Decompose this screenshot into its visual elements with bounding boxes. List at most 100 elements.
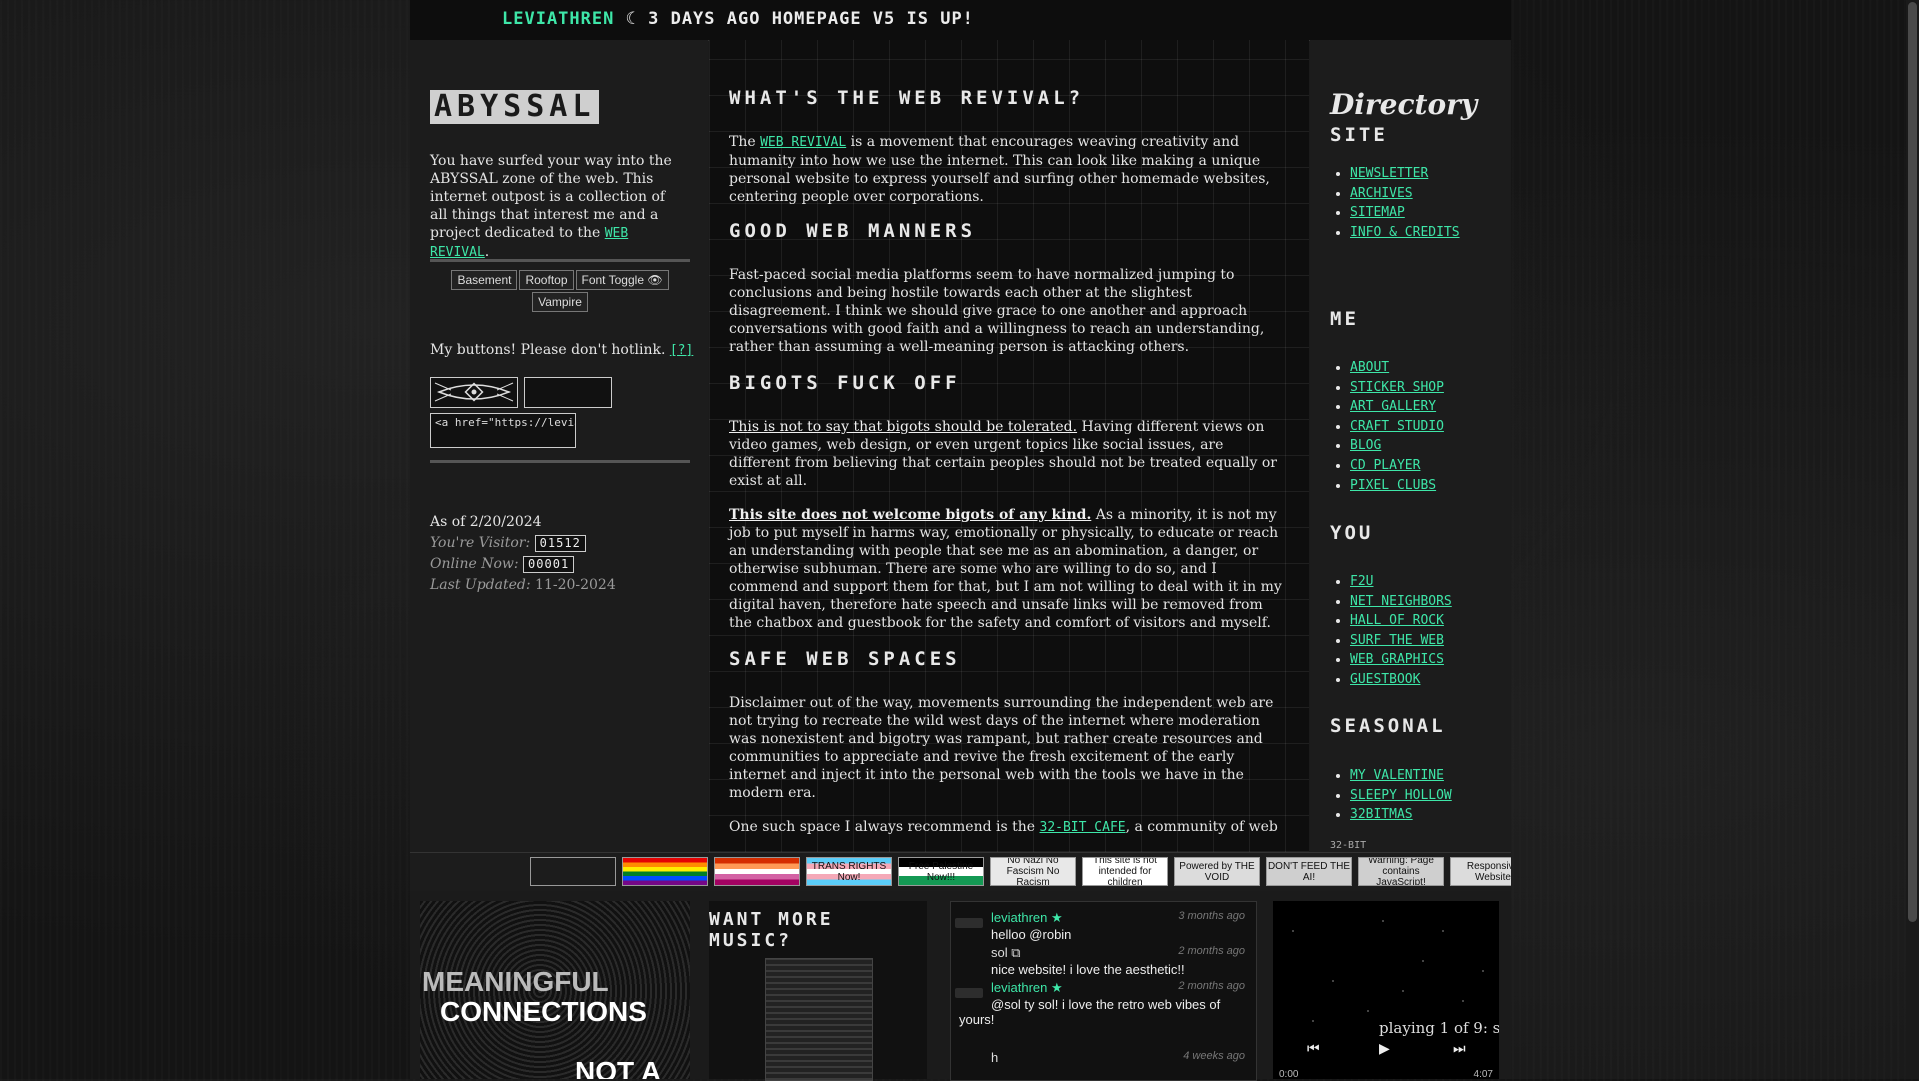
nav-link-cd-player[interactable]: CD PLAYER <box>1350 458 1420 473</box>
badge-88x31[interactable]: This site is not intended for children <box>1082 857 1168 886</box>
nav-link-guestbook[interactable]: GUESTBOOK <box>1350 672 1420 687</box>
badge-88x31[interactable]: Responsive Website <box>1450 857 1511 886</box>
nav-link-sitemap[interactable]: SITEMAP <box>1350 205 1405 220</box>
list-item: PIXEL CLUBS <box>1350 476 1444 496</box>
nav-link-hall-of-rock[interactable]: HALL OF ROCK <box>1350 613 1444 628</box>
badge-88x31[interactable] <box>530 857 616 886</box>
chatbox[interactable]: leviathren ★ 3 months ago helloo @robin … <box>950 901 1257 1081</box>
window-scrollbar[interactable] <box>1906 0 1919 1079</box>
32-bit-cafe-link[interactable]: 32-BIT CAFE <box>1040 820 1126 835</box>
page-container: LEVIATHREN ☾ 3 DAYS AGO HOMEPAGE V5 IS U… <box>410 0 1511 1081</box>
badge-88x31[interactable]: TRANS RIGHTS Now! <box>806 857 892 886</box>
theme-rooftop-button[interactable]: Rooftop <box>519 270 574 290</box>
nav-link-blog[interactable]: BLOG <box>1350 438 1381 453</box>
left-sidebar: ABYSSAL You have surfed your way into th… <box>410 40 708 852</box>
text: One such space I always recommend is the <box>729 819 1040 835</box>
nav-link-sleepy-hollow[interactable]: SLEEPY HOLLOW <box>1350 788 1452 803</box>
author-name: leviathren <box>991 980 1048 995</box>
list-item: ABOUT <box>1350 358 1444 378</box>
music-page-thumbnail[interactable] <box>765 958 873 1081</box>
music-title: Want more music? <box>709 909 834 951</box>
previous-track-icon[interactable]: ⏮ <box>1307 1041 1320 1057</box>
ad-banner[interactable]: MEANINGFUL CONNECTIONS NOT A <box>420 901 690 1079</box>
badge-88x31[interactable]: Warning: Page contains JavaScript! <box>1358 857 1444 886</box>
nav-link-pixel-clubs[interactable]: PIXEL CLUBS <box>1350 478 1436 493</box>
chat-author[interactable]: leviathren ★ <box>991 910 1063 926</box>
chat-author[interactable]: sol ⧉ <box>991 945 1021 961</box>
badge-label: Powered by THE VOID <box>1179 860 1255 883</box>
list-item: SITEMAP <box>1350 203 1460 223</box>
scrollbar-thumb[interactable] <box>1908 2 1917 922</box>
buttons-help-link[interactable]: [?] <box>670 343 693 358</box>
text: The <box>729 134 761 150</box>
nav-link-archives[interactable]: ARCHIVES <box>1350 186 1413 201</box>
badge-88x31[interactable]: Free Palestine Now!!! <box>898 857 984 886</box>
intro-paragraph: You have surfed your way into the ABYSSA… <box>430 152 676 262</box>
badge-88x31[interactable] <box>622 857 708 886</box>
site-button-alt-88x31[interactable] <box>524 377 612 408</box>
section-you-heading: YOU <box>1330 522 1374 544</box>
badge-88x31[interactable]: DON'T FEED THE AI! <box>1266 857 1352 886</box>
nav-link-craft-studio[interactable]: CRAFT STUDIO <box>1350 419 1444 434</box>
ad-line-2: CONNECTIONS <box>440 996 647 1027</box>
ad-line-3: NOT A <box>575 1056 662 1079</box>
nav-link-info-credits[interactable]: INFO & CREDITS <box>1350 225 1460 240</box>
intro-end: . <box>484 244 490 260</box>
next-track-icon[interactable]: ⏭ <box>1453 1041 1466 1057</box>
theme-basement-button[interactable]: Basement <box>451 270 518 290</box>
list-item: SURF THE WEB <box>1350 631 1452 651</box>
theme-vampire-button[interactable]: Vampire <box>532 292 588 312</box>
you-links-list: F2U NET NEIGHBORS HALL OF ROCK SURF THE … <box>1334 572 1452 690</box>
site-logo[interactable]: ABYSSAL <box>430 90 600 124</box>
badge-88x31[interactable] <box>714 857 800 886</box>
nav-link-32bitmas[interactable]: 32BITMAS <box>1350 807 1413 822</box>
embed-code-box[interactable]: <a href="https://leviathren.neocities <box>430 413 576 448</box>
nav-link-newsletter[interactable]: NEWSLETTER <box>1350 166 1428 181</box>
me-links-list: ABOUT STICKER SHOP ART GALLERY CRAFT STU… <box>1334 358 1444 495</box>
top-marquee-bar: LEVIATHREN ☾ 3 DAYS AGO HOMEPAGE V5 IS U… <box>410 0 1511 41</box>
list-item: HALL OF ROCK <box>1350 611 1452 631</box>
nav-link-art-gallery[interactable]: ART GALLERY <box>1350 399 1436 414</box>
moon-icon: ☾ <box>625 9 637 29</box>
font-toggle-button[interactable]: Font Toggle 👁 <box>575 270 669 290</box>
nav-link-sticker-shop[interactable]: STICKER SHOP <box>1350 380 1444 395</box>
directory-sidebar: Directory SITE NEWSLETTER ARCHIVES SITEM… <box>1310 40 1511 852</box>
nav-link-my-valentine[interactable]: MY VALENTINE <box>1350 768 1444 783</box>
ad-line-1: MEANINGFUL <box>422 966 609 997</box>
webring-peek[interactable]: 32-BIT <box>1330 840 1366 851</box>
chat-time: 2 months ago <box>1178 945 1245 957</box>
divider <box>430 259 690 262</box>
main-content[interactable]: What's the Web Revival? The WEB REVIVAL … <box>709 40 1309 852</box>
paragraph-bigots-1: This is not to say that bigots should be… <box>729 418 1289 490</box>
section-seasonal-heading: SEASONAL <box>1330 715 1446 737</box>
list-item: NET NEIGHBORS <box>1350 592 1452 612</box>
divider <box>430 460 690 463</box>
heading-bigots: Bigots Fuck Off <box>729 372 961 394</box>
list-item: STICKER SHOP <box>1350 378 1444 398</box>
play-icon[interactable]: ▶ <box>1379 1041 1390 1057</box>
site-button-88x31[interactable] <box>430 377 518 408</box>
badge-strip: TRANS RIGHTS Now! Free Palestine Now!!! No… <box>410 852 1511 891</box>
chat-text: @sol ty sol! i love the retro web vibes … <box>959 997 1221 1027</box>
badge-88x31[interactable]: Powered by THE VOID <box>1174 857 1260 886</box>
chat-author[interactable]: leviathren ★ <box>991 980 1063 996</box>
nav-link-about[interactable]: ABOUT <box>1350 360 1389 375</box>
nav-link-net-neighbors[interactable]: NET NEIGHBORS <box>1350 594 1452 609</box>
paragraph-bigots-2: This site does not welcome bigots of any… <box>729 506 1289 632</box>
badge-label: This site is not intended for children <box>1093 857 1157 886</box>
badge-88x31[interactable]: No Nazi No Fascism No Racism <box>990 857 1076 886</box>
web-revival-link[interactable]: WEB REVIVAL <box>760 135 846 150</box>
list-item: CRAFT STUDIO <box>1350 417 1444 437</box>
intro-text: You have surfed your way into the ABYSSA… <box>430 153 672 241</box>
badge-label: No Nazi No Fascism No Racism <box>1006 857 1060 886</box>
nav-link-surf-the-web[interactable]: SURF THE WEB <box>1350 633 1444 648</box>
visitor-stats: As of 2/20/2024 You're Visitor: 01512 On… <box>430 512 616 596</box>
status-username[interactable]: LEVIATHREN <box>502 9 614 29</box>
theme-switcher: Basement Rooftop Font Toggle 👁 Vampire <box>430 269 690 313</box>
nav-link-web-graphics[interactable]: WEB GRAPHICS <box>1350 652 1444 667</box>
chat-time: 3 months ago <box>1178 910 1245 922</box>
chat-author[interactable]: h <box>991 1050 998 1065</box>
list-item: NEWSLETTER <box>1350 164 1460 184</box>
nav-link-f2u[interactable]: F2U <box>1350 574 1373 589</box>
directory-title: Directory <box>1330 88 1478 121</box>
